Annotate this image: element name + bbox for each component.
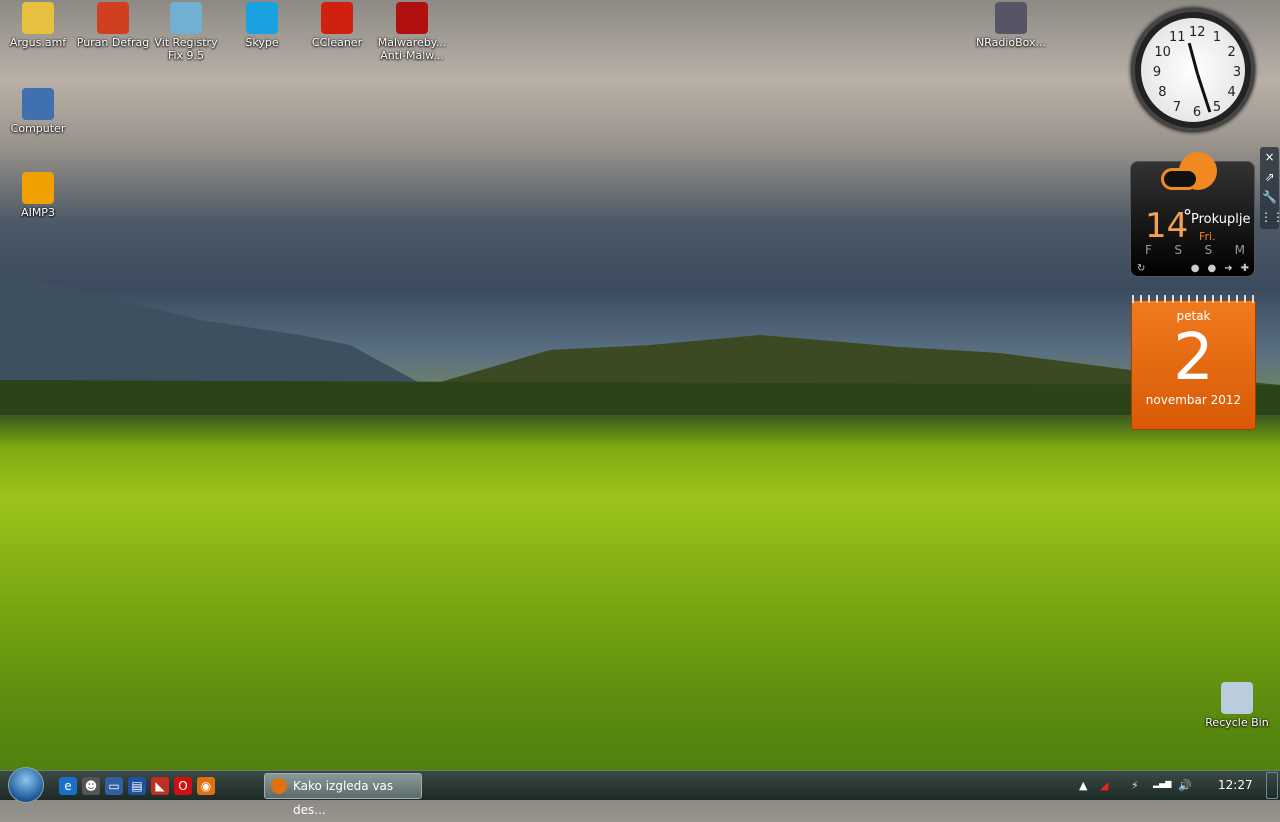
download-icon[interactable]: ●	[1207, 263, 1216, 274]
clock-number: 3	[1232, 65, 1242, 80]
day: Fri.	[1199, 230, 1216, 243]
desktop-icon[interactable]: Argus.amf	[0, 2, 76, 49]
desktop-icon-label: Computer	[10, 122, 66, 135]
clock-number: 8	[1158, 85, 1167, 100]
malwarebytes-icon	[396, 2, 428, 34]
switch-windows-icon[interactable]: ▤	[128, 777, 146, 795]
forecast-day: S	[1174, 243, 1183, 257]
messenger-icon[interactable]: ☻	[82, 777, 100, 795]
desktop-icon-label: Vit Registry Fix 9.5	[154, 36, 218, 62]
desktop-icon-label: Puran Defrag	[76, 36, 150, 49]
forecast-day: S	[1204, 243, 1213, 257]
desktop-icon-label: Argus.amf	[9, 36, 67, 49]
clock-number: 12	[1189, 25, 1206, 40]
ccleaner-icon	[321, 2, 353, 34]
desktop-icon-label: NRadioBox...	[975, 36, 1047, 49]
hour-hand	[1187, 42, 1199, 75]
desktop-icon[interactable]: Skype	[224, 2, 300, 49]
desktop-icon[interactable]: Recycle Bin	[1199, 682, 1275, 729]
clock-number: 10	[1154, 45, 1171, 60]
desktop-icon-label: AIMP3	[21, 206, 55, 219]
forecast-days: FSSM	[1145, 243, 1245, 257]
larger-size-icon[interactable]: ⇗	[1260, 167, 1279, 187]
clock-number: 9	[1152, 65, 1162, 80]
sun-cloud-icon	[1161, 148, 1221, 198]
clock-number: 5	[1212, 99, 1222, 115]
volume-icon[interactable]: 🔊	[1178, 779, 1192, 792]
desktop-icon[interactable]: NRadioBox...	[973, 2, 1049, 49]
taskbar: e ☻ ▭ ▤ ◣ O ◉ Kako izgleda vas des... ▲ ◢ ⚡ ▂▄…	[0, 767, 1280, 817]
network-activity-icon[interactable]: ◢	[1100, 779, 1108, 792]
recycle-bin-icon	[1221, 682, 1253, 714]
power-icon[interactable]: ⚡	[1131, 779, 1139, 792]
clock-number: 2	[1227, 45, 1236, 60]
aimp-icon	[22, 172, 54, 204]
add-icon[interactable]: ✚	[1241, 263, 1249, 274]
defrag-icon	[97, 2, 129, 34]
desktop-icon-label: Skype	[245, 36, 279, 49]
calendar-rings	[1132, 295, 1255, 303]
forecast-day: F	[1145, 243, 1152, 257]
gadget-controls: × ⇗ 🔧 ⋮⋮	[1260, 147, 1280, 229]
temperature: 14	[1145, 206, 1189, 246]
desktop-icon-label: CCleaner	[311, 36, 363, 49]
skype-icon	[246, 2, 278, 34]
calendar-day: 2	[1173, 321, 1214, 395]
globe-icon[interactable]: ●	[1191, 263, 1200, 274]
desktop-icon-label: Recycle Bin	[1205, 716, 1269, 729]
desktop-icon-label: Malwareby... Anti-Malw...	[377, 36, 447, 62]
start-button[interactable]	[8, 767, 44, 803]
drag-handle-icon[interactable]: ⋮⋮	[1260, 207, 1280, 227]
show-desktop-button[interactable]	[1266, 772, 1278, 799]
forecast-day: M	[1234, 243, 1245, 257]
calendar-gadget[interactable]: petak 2 novembar 2012	[1131, 295, 1256, 430]
firefox-icon[interactable]: ◉	[197, 777, 215, 795]
computer-icon	[22, 88, 54, 120]
show-hidden-icons[interactable]: ▲	[1079, 779, 1087, 792]
desktop-icon[interactable]: CCleaner	[299, 2, 375, 49]
add-user-icon[interactable]: ➜	[1224, 263, 1232, 274]
desktop-icon[interactable]: Malwareby... Anti-Malw...	[374, 2, 450, 62]
show-desktop-icon[interactable]: ▭	[105, 777, 123, 795]
calendar-month-year: novembar 2012	[1145, 393, 1242, 407]
city: Prokuplje	[1191, 212, 1251, 227]
clock-number: 7	[1172, 99, 1182, 115]
speaker-icon	[995, 2, 1027, 34]
options-wrench-icon[interactable]: 🔧	[1260, 187, 1279, 207]
desktop-icon[interactable]: AIMP3	[0, 172, 76, 219]
folder-icon	[22, 2, 54, 34]
clock-number: 1	[1212, 30, 1222, 46]
desktop-icon[interactable]: Vit Registry Fix 9.5	[148, 2, 224, 62]
clock-number: 11	[1169, 30, 1186, 46]
signal-icon[interactable]: ▂▄▆	[1153, 779, 1171, 788]
task-label: Kako izgleda vas des...	[293, 779, 394, 817]
desktop-icon[interactable]: Computer	[0, 88, 76, 135]
clock-time[interactable]: 12:27	[1218, 778, 1253, 792]
clock-number: 4	[1227, 85, 1236, 100]
taskbar-button-firefox[interactable]: Kako izgleda vas des...	[264, 773, 422, 817]
wallpaper-hills	[0, 275, 1280, 415]
app-icon[interactable]: ◣	[151, 777, 169, 795]
ie-icon[interactable]: e	[59, 777, 77, 795]
close-icon[interactable]: ×	[1260, 147, 1279, 167]
desktop-icon[interactable]: Puran Defrag	[75, 2, 151, 49]
clock-gadget[interactable]: 12 1 2 3 4 5 6 7 8 9 10 11	[1131, 8, 1255, 132]
clock-number: 6	[1192, 105, 1202, 120]
weather-gadget[interactable]: 14 ° Prokuplje Fri. FSSM ↻ ● ● ➜ ✚	[1130, 152, 1255, 277]
refresh-icon[interactable]: ↻	[1137, 263, 1145, 274]
opera-icon[interactable]: O	[174, 777, 192, 795]
firefox-icon	[271, 778, 287, 794]
registry-icon	[170, 2, 202, 34]
